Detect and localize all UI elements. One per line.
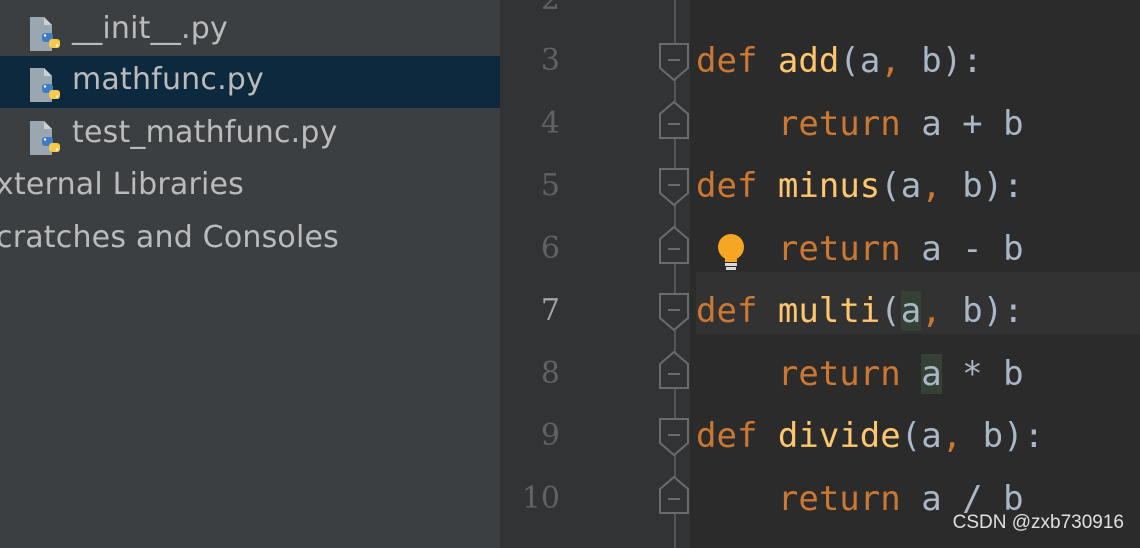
fold-close-icon[interactable] <box>658 100 690 140</box>
line-number: 9 <box>540 418 560 453</box>
paren-open: ( <box>880 166 901 206</box>
tree-item-init-py[interactable]: __init__.py <box>0 5 500 57</box>
line-number: 2 <box>500 0 560 17</box>
parameter: b <box>962 291 983 331</box>
line-number: 6 <box>540 231 560 266</box>
project-tree: __init__.py mathfunc.py test_mathfunc.py… <box>0 0 500 548</box>
keyword: def <box>696 41 758 81</box>
paren-close: ): <box>1003 416 1045 456</box>
code-line-return-multi[interactable]: return a * b <box>696 354 1024 394</box>
keyword: def <box>696 166 758 206</box>
tree-item-label: test_mathfunc.py <box>72 115 338 150</box>
paren-open: ( <box>880 291 901 331</box>
line-number-active: 7 <box>540 293 560 328</box>
fold-close-icon[interactable] <box>658 350 690 390</box>
parameter: b <box>962 166 983 206</box>
code-line-def-multi[interactable]: def multi(a, b): <box>696 291 1024 331</box>
parameter: b <box>921 41 942 81</box>
line-number: 4 <box>540 106 560 141</box>
parameter: a <box>900 166 922 206</box>
comma: , <box>941 416 963 456</box>
tree-item-label: cratches and Consoles <box>0 220 340 255</box>
paren-close: ): <box>982 166 1024 206</box>
python-file-icon <box>30 68 60 102</box>
expression: a - b <box>921 229 1024 269</box>
expression: a + b <box>921 104 1024 144</box>
paren-close: ): <box>941 41 983 81</box>
fold-close-icon[interactable] <box>658 475 690 515</box>
line-number: 3 <box>540 43 560 78</box>
comma: , <box>921 166 942 206</box>
fold-open-icon[interactable] <box>658 417 690 457</box>
parameter: a <box>859 41 881 81</box>
keyword: def <box>696 291 758 331</box>
fold-open-icon[interactable] <box>658 42 690 82</box>
tree-item-external-libraries[interactable]: xternal Libraries <box>0 161 500 213</box>
paren-close: ): <box>982 291 1024 331</box>
code-line-def-minus[interactable]: def minus(a, b): <box>696 166 1024 206</box>
line-number: 8 <box>540 356 560 391</box>
tree-item-label: __init__.py <box>72 11 228 46</box>
tree-item-scratches-and-consoles[interactable]: cratches and Consoles <box>0 214 500 266</box>
code-line-return-add[interactable]: return a + b <box>696 104 1024 144</box>
paren-open: ( <box>839 41 860 81</box>
fold-open-icon[interactable] <box>658 167 690 207</box>
watermark: CSDN @zxb730916 <box>952 512 1124 533</box>
python-file-icon <box>30 17 60 51</box>
line-number: 5 <box>540 168 560 203</box>
editor-gutter <box>500 0 690 548</box>
code-line-def-divide[interactable]: def divide(a, b): <box>696 416 1044 456</box>
line-number: 10 <box>521 481 560 516</box>
tree-item-test-mathfunc-py[interactable]: test_mathfunc.py <box>0 109 500 161</box>
comma: , <box>921 291 942 331</box>
expression: * b <box>941 354 1024 394</box>
parameter: b <box>982 416 1004 456</box>
function-name: minus <box>777 166 881 206</box>
keyword: def <box>696 416 758 456</box>
fold-open-icon[interactable] <box>658 292 690 332</box>
keyword: return <box>777 229 901 269</box>
tree-item-label: xternal Libraries <box>0 167 245 202</box>
parameter: a <box>921 416 942 456</box>
function-name: add <box>777 41 840 81</box>
python-file-icon <box>30 121 60 155</box>
code-line-def-add[interactable]: def add(a, b): <box>696 41 983 81</box>
fold-close-icon[interactable] <box>658 225 690 265</box>
tree-item-label: mathfunc.py <box>72 62 264 97</box>
paren-open: ( <box>900 416 922 456</box>
keyword: return <box>777 354 901 394</box>
tree-item-mathfunc-py[interactable]: mathfunc.py <box>0 56 500 108</box>
usage-highlighted: a <box>921 354 942 394</box>
comma: , <box>880 41 901 81</box>
code-editor[interactable]: 2 3 4 5 6 7 8 9 10 def add(a, b): return… <box>500 0 1140 548</box>
keyword: return <box>777 479 901 519</box>
function-name: divide <box>777 416 901 456</box>
function-name: multi <box>777 291 881 331</box>
keyword: return <box>777 104 901 144</box>
parameter-highlighted: a <box>900 291 922 331</box>
fold-guide-line <box>674 0 676 548</box>
code-line-return-minus[interactable]: return a - b <box>696 229 1024 269</box>
